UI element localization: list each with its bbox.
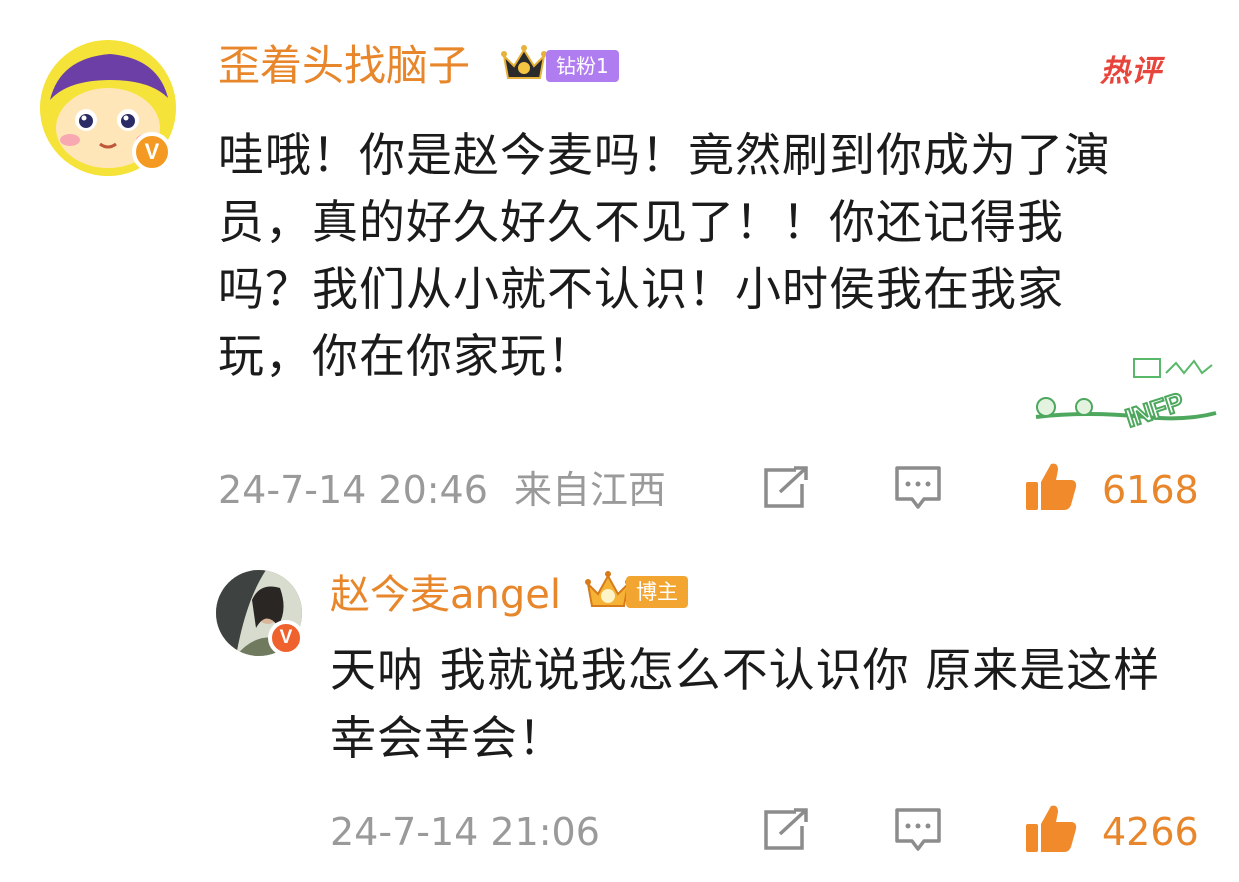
location: 来自江西 (514, 468, 667, 512)
comment-meta: 24-7-14 20:46 来自江西 (218, 462, 666, 518)
sticker-text: INFP (1122, 386, 1188, 433)
hot-comment-label: 热评 (1100, 54, 1162, 89)
timestamp: 24-7-14 21:06 (330, 810, 600, 854)
comment-text: 哇哦！你是赵今麦吗！竟然刷到你成为了演员，真的好久好久不见了！！你还记得我吗？我… (218, 128, 1111, 383)
share-icon[interactable] (762, 466, 810, 510)
thumbs-up-icon[interactable] (1024, 802, 1078, 854)
comment-icon[interactable] (894, 465, 942, 511)
blogger-crown-icon (585, 571, 631, 607)
reply-text: 天呐 我就说我怎么不认识你 原来是这样 幸会幸会！ (330, 643, 1161, 765)
comment-icon[interactable] (894, 807, 942, 853)
timestamp: 24-7-14 20:46 (218, 468, 488, 512)
reply-meta: 24-7-14 21:06 (330, 804, 600, 860)
verified-v-icon: V (268, 620, 304, 656)
infp-sticker-image: INFP (1035, 358, 1217, 434)
thumbs-up-icon[interactable] (1024, 460, 1078, 512)
like-count: 4266 (1102, 810, 1199, 854)
verified-v-icon: V (132, 132, 172, 172)
fan-level-badge: 钻粉1 (546, 50, 619, 82)
crown-icon (501, 45, 547, 79)
username[interactable]: 歪着头找脑子 (218, 36, 470, 96)
share-icon[interactable] (762, 808, 810, 852)
reply-username[interactable]: 赵今麦angel (330, 566, 561, 624)
blogger-badge: 博主 (626, 576, 688, 608)
like-count: 6168 (1102, 468, 1199, 512)
